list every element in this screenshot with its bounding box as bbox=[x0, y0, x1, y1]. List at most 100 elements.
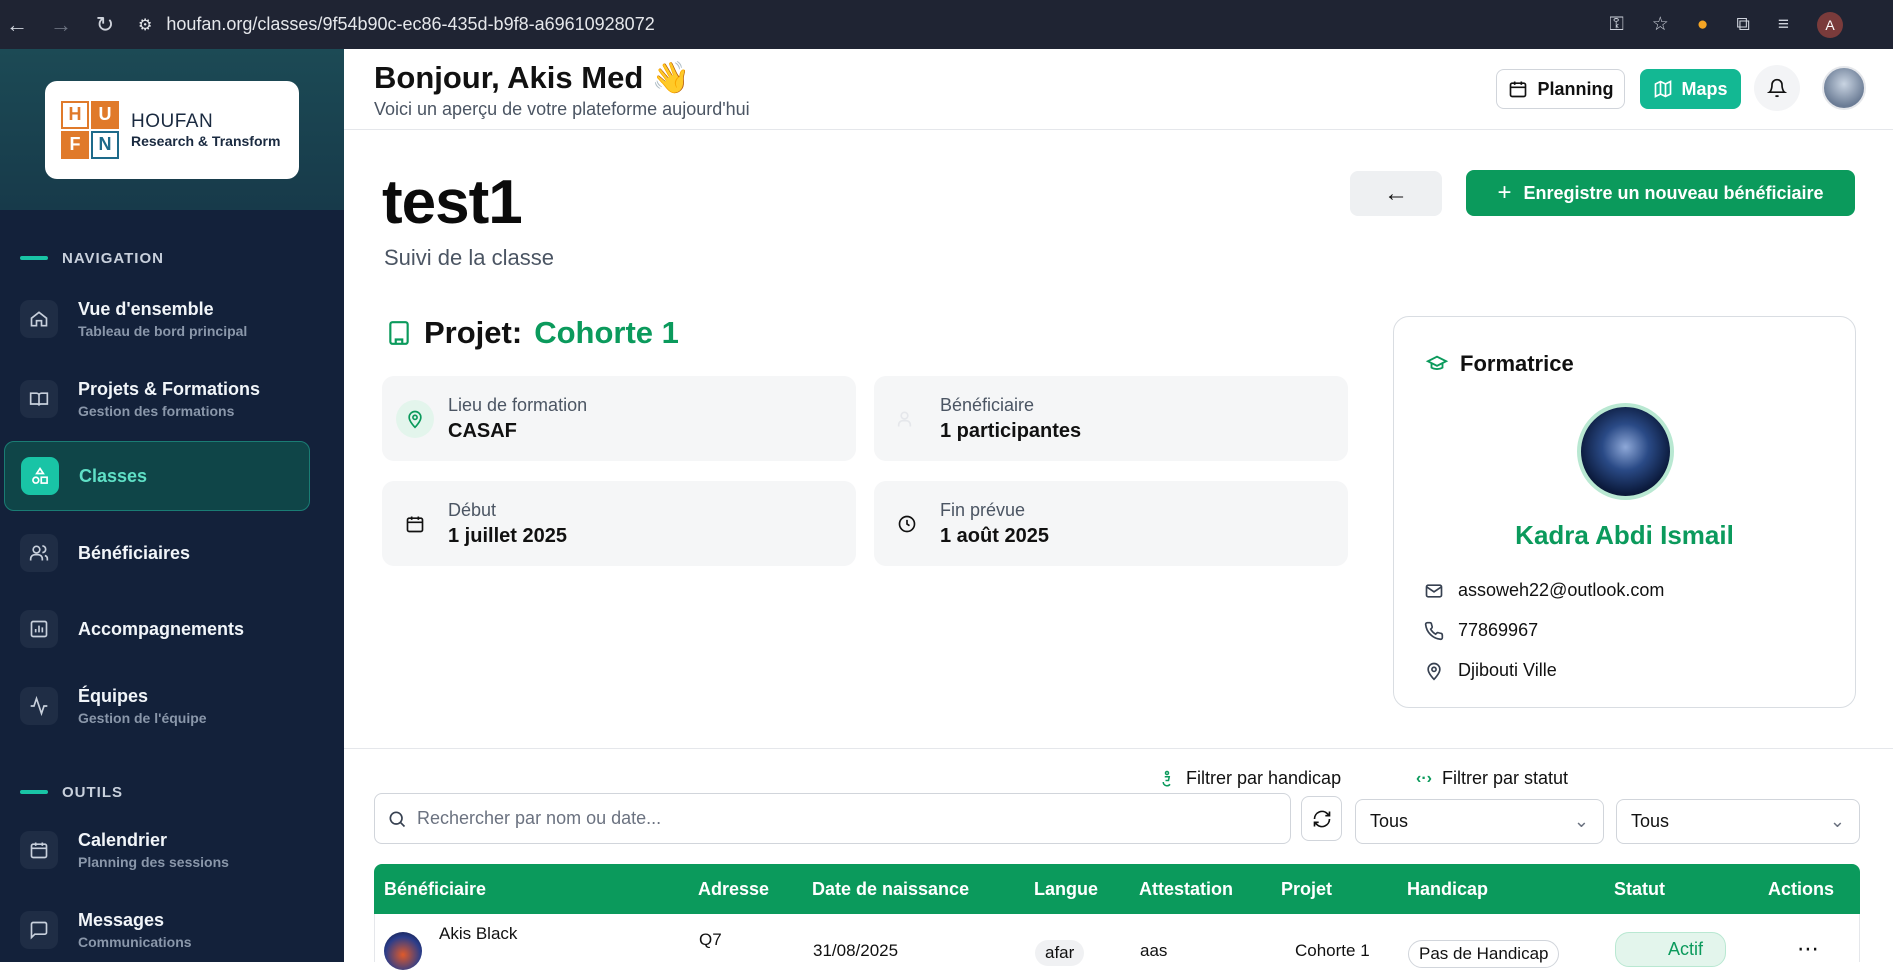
col-attestation[interactable]: Attestation bbox=[1139, 879, 1233, 900]
sidebar: H U F N HOUFAN Research & Transform NAVI… bbox=[0, 49, 344, 962]
user-avatar[interactable] bbox=[1822, 66, 1866, 110]
sidebar-item-beneficiaires[interactable]: Bénéficiaires bbox=[4, 518, 310, 588]
row-attestation: aas bbox=[1140, 941, 1168, 960]
sidebar-item-equipes[interactable]: Équipes Gestion de l'équipe bbox=[4, 671, 310, 741]
col-langue[interactable]: Langue bbox=[1034, 879, 1098, 900]
col-naissance[interactable]: Date de naissance bbox=[812, 879, 969, 900]
formatrice-phone[interactable]: 77869967 bbox=[1424, 620, 1538, 641]
planning-button[interactable]: Planning bbox=[1496, 69, 1625, 109]
col-statut[interactable]: Statut bbox=[1614, 879, 1665, 900]
home-icon bbox=[20, 300, 58, 338]
users-icon bbox=[888, 400, 926, 438]
bell-icon bbox=[1767, 78, 1787, 98]
logo-tagline: Research & Transform bbox=[131, 132, 281, 149]
row-name: Akis Black bbox=[439, 924, 518, 943]
calendar-icon bbox=[1509, 81, 1526, 98]
star-icon[interactable]: ☆ bbox=[1652, 13, 1669, 36]
col-handicap[interactable]: Handicap bbox=[1407, 879, 1488, 900]
table-row[interactable]: Akis Black Q7 31/08/2025 afar aas Cohort… bbox=[374, 914, 1860, 970]
activity-icon bbox=[20, 687, 58, 725]
formatrice-location: Djibouti Ville bbox=[1424, 660, 1557, 681]
col-actions: Actions bbox=[1768, 879, 1835, 899]
url-text[interactable]: houfan.org/classes/9f54b90c-ec86-435d-b9… bbox=[166, 14, 654, 35]
info-beneficiaire: Bénéficiaire 1 participantes bbox=[874, 376, 1348, 461]
projet-value[interactable]: Cohorte 1 bbox=[534, 315, 679, 351]
clock-icon bbox=[888, 505, 926, 543]
calendar-icon bbox=[396, 505, 434, 543]
sidebar-item-calendrier[interactable]: Calendrier Planning des sessions bbox=[4, 815, 310, 885]
refresh-button[interactable] bbox=[1301, 796, 1342, 841]
filter-handicap-label: Filtrer par handicap bbox=[1158, 768, 1341, 789]
reload-icon[interactable]: ↻ bbox=[94, 12, 116, 38]
back-arrow-icon[interactable]: ← bbox=[6, 12, 28, 38]
sidebar-item-vue-ensemble[interactable]: Vue d'ensemble Tableau de bord principal bbox=[4, 284, 310, 354]
shapes-icon bbox=[21, 457, 59, 495]
handicap-select[interactable]: Tous ⌄ bbox=[1355, 799, 1604, 844]
search-input[interactable] bbox=[417, 808, 1277, 829]
profile-avatar[interactable]: A bbox=[1817, 11, 1843, 38]
row-avatar bbox=[384, 932, 422, 970]
media-icon[interactable]: ≡ bbox=[1778, 14, 1789, 36]
notifications-button[interactable] bbox=[1754, 65, 1800, 111]
greeting: Bonjour, Akis Med 👋 bbox=[374, 60, 691, 95]
col-projet[interactable]: Projet bbox=[1281, 879, 1332, 900]
info-fin: Fin prévue 1 août 2025 bbox=[874, 481, 1348, 566]
page-title: test1 bbox=[382, 168, 523, 237]
map-pin-icon bbox=[396, 399, 434, 438]
row-handicap: Pas de Handicap bbox=[1408, 940, 1560, 968]
chart-icon bbox=[20, 610, 58, 648]
sidebar-item-accompagnements[interactable]: Accompagnements bbox=[4, 594, 310, 664]
plus-icon: + bbox=[1497, 179, 1512, 206]
mail-icon bbox=[1425, 583, 1443, 598]
phone-icon bbox=[1424, 621, 1444, 640]
statut-select[interactable]: Tous ⌄ bbox=[1616, 799, 1860, 844]
extension-user-icon[interactable]: ● bbox=[1697, 14, 1708, 36]
table-header: Bénéficiaire Adresse Date de naissance L… bbox=[374, 864, 1860, 914]
row-projet: Cohorte 1 bbox=[1295, 941, 1370, 960]
projet-heading: Projet: Cohorte 1 bbox=[386, 315, 679, 351]
formatrice-card: Formatrice Kadra Abdi Ismail assoweh22@o… bbox=[1393, 316, 1856, 708]
row-adresse: Q7 bbox=[699, 930, 722, 949]
formatrice-photo bbox=[1577, 403, 1674, 500]
chevron-down-icon: ⌄ bbox=[1573, 811, 1589, 831]
new-beneficiary-button[interactable]: + Enregistre un nouveau bénéficiaire bbox=[1466, 170, 1855, 216]
map-pin-icon bbox=[1427, 662, 1441, 681]
users-icon bbox=[20, 534, 58, 572]
top-header: Bonjour, Akis Med 👋 Voici un aperçu de v… bbox=[344, 49, 1893, 130]
greeting-subtitle: Voici un aperçu de votre plateforme aujo… bbox=[374, 99, 750, 119]
site-settings-icon[interactable]: ⚙ bbox=[138, 15, 152, 35]
key-icon[interactable]: ⚿ bbox=[1609, 14, 1623, 36]
info-debut: Début 1 juillet 2025 bbox=[382, 481, 856, 566]
formatrice-name: Kadra Abdi Ismail bbox=[1515, 520, 1734, 550]
refresh-icon bbox=[1313, 810, 1330, 827]
row-naissance: 31/08/2025 bbox=[813, 941, 899, 960]
col-adresse[interactable]: Adresse bbox=[698, 879, 769, 900]
logo-mark: H U F N bbox=[61, 100, 119, 159]
browser-bar: ← → ↻ ⚙ houfan.org/classes/9f54b90c-ec86… bbox=[0, 0, 1893, 49]
extensions-icon[interactable]: ⧉ bbox=[1736, 14, 1750, 36]
sidebar-item-classes[interactable]: Classes bbox=[4, 441, 310, 511]
code-arrows-icon: ‹·› bbox=[1416, 769, 1432, 787]
logo[interactable]: H U F N HOUFAN Research & Transform bbox=[45, 80, 299, 179]
formatrice-email[interactable]: assoweh22@outlook.com bbox=[1424, 580, 1664, 601]
sidebar-item-messages[interactable]: Messages Communications bbox=[4, 895, 310, 965]
graduation-cap-icon bbox=[1425, 355, 1449, 370]
message-icon bbox=[20, 911, 58, 949]
section-divider bbox=[344, 748, 1893, 749]
forward-arrow-icon[interactable]: → bbox=[50, 12, 72, 38]
main-content: Bonjour, Akis Med 👋 Voici un aperçu de v… bbox=[344, 49, 1893, 970]
formatrice-heading: Formatrice bbox=[1424, 351, 1574, 377]
search-box[interactable] bbox=[374, 793, 1291, 844]
logo-area: H U F N HOUFAN Research & Transform bbox=[0, 49, 344, 210]
page-subtitle: Suivi de la classe bbox=[384, 245, 554, 270]
filter-statut-label: ‹·› Filtrer par statut bbox=[1416, 768, 1569, 788]
row-actions-button[interactable]: ⋯ bbox=[1797, 936, 1819, 962]
section-navigation: NAVIGATION bbox=[0, 248, 164, 268]
sidebar-item-projets[interactable]: Projets & Formations Gestion des formatio… bbox=[4, 364, 310, 434]
back-button[interactable]: ← bbox=[1350, 171, 1442, 216]
section-tools: OUTILS bbox=[0, 782, 123, 802]
accessibility-icon bbox=[1162, 770, 1171, 786]
col-beneficiaire[interactable]: Bénéficiaire bbox=[384, 879, 486, 900]
calendar-icon bbox=[20, 831, 58, 869]
maps-button[interactable]: Maps bbox=[1640, 69, 1741, 109]
